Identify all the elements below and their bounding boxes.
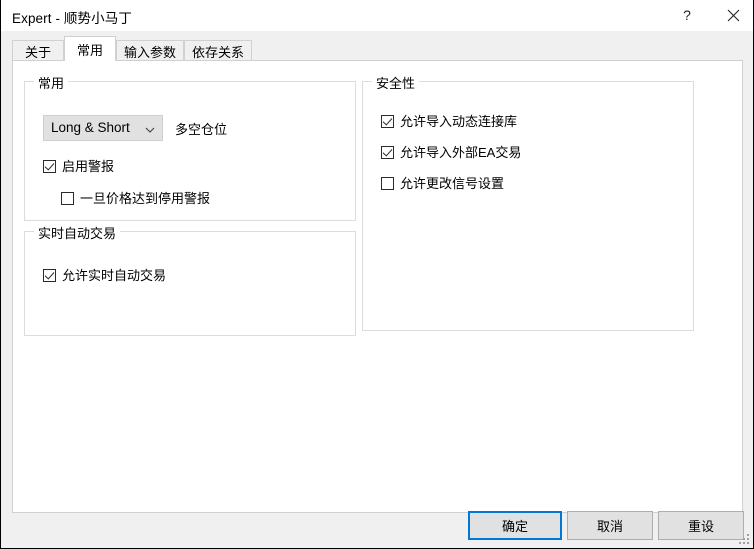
reset-button[interactable]: 重设 (658, 511, 744, 540)
window-title: Expert - 顺势小马丁 (12, 11, 132, 26)
checkbox-disable-alert-on-price[interactable]: 一旦价格达到停用警报 (61, 192, 210, 205)
expert-settings-dialog: Expert - 顺势小马丁 ? 关于 常用 输入参数 依存关系 常用 Long… (0, 0, 754, 549)
checkbox-checked-icon (43, 160, 56, 173)
checkbox-allow-external-ea-label: 允许导入外部EA交易 (400, 145, 522, 160)
checkbox-allow-live-trading-label: 允许实时自动交易 (62, 268, 167, 283)
group-common-label: 常用 (34, 73, 69, 92)
tab-about[interactable]: 关于 (12, 40, 64, 61)
position-mode-select[interactable]: Long & Short (43, 115, 163, 141)
help-glyph: ? (683, 7, 691, 23)
ok-button-label: 确定 (501, 519, 528, 534)
tab-dependencies[interactable]: 依存关系 (184, 40, 252, 61)
checkbox-allow-dll-imports-label: 允许导入动态连接库 (400, 114, 518, 129)
group-live-trading-label: 实时自动交易 (34, 223, 121, 242)
tab-about-label: 关于 (24, 44, 51, 60)
close-icon[interactable] (710, 0, 753, 30)
tab-inputs-label: 输入参数 (123, 44, 176, 60)
group-security: 安全性 允许导入动态连接库 允许导入外部EA交易 允许更改信号设置 (362, 73, 694, 331)
tab-panel-common: 常用 Long & Short 多空仓位 启用警报 一旦价格达到停用警报 实时自… (12, 60, 743, 513)
position-mode-label: 多空仓位 (175, 122, 228, 137)
group-common: 常用 Long & Short 多空仓位 启用警报 一旦价格达到停用警报 (24, 73, 356, 221)
checkbox-unchecked-icon (61, 192, 74, 205)
reset-button-label: 重设 (687, 519, 714, 534)
checkbox-checked-icon (381, 146, 394, 159)
cancel-button-label: 取消 (596, 519, 623, 534)
resize-grip[interactable] (738, 533, 750, 545)
checkbox-disable-alert-on-price-label: 一旦价格达到停用警报 (80, 191, 211, 206)
tab-common-label: 常用 (76, 42, 103, 58)
checkbox-allow-signal-settings[interactable]: 允许更改信号设置 (381, 177, 504, 190)
checkbox-allow-dll-imports[interactable]: 允许导入动态连接库 (381, 115, 517, 128)
checkbox-checked-icon (43, 269, 56, 282)
checkbox-unchecked-icon (381, 177, 394, 190)
title-bar: Expert - 顺势小马丁 ? (1, 0, 753, 32)
tab-dependencies-label: 依存关系 (191, 44, 244, 60)
checkbox-enable-alert[interactable]: 启用警报 (43, 160, 114, 173)
cancel-button[interactable]: 取消 (567, 511, 653, 540)
group-security-label: 安全性 (372, 73, 420, 92)
tab-inputs[interactable]: 输入参数 (116, 40, 184, 61)
checkbox-allow-signal-settings-label: 允许更改信号设置 (400, 176, 505, 191)
checkbox-enable-alert-label: 启用警报 (62, 159, 115, 174)
checkbox-checked-icon (381, 115, 394, 128)
tab-common[interactable]: 常用 (64, 36, 116, 61)
checkbox-allow-external-ea[interactable]: 允许导入外部EA交易 (381, 146, 521, 159)
position-mode-value: Long & Short (51, 120, 130, 135)
help-icon[interactable]: ? (664, 0, 710, 30)
ok-button[interactable]: 确定 (468, 511, 562, 540)
checkbox-allow-live-trading[interactable]: 允许实时自动交易 (43, 269, 166, 282)
chevron-down-icon (145, 124, 155, 134)
group-live-trading: 实时自动交易 允许实时自动交易 (24, 223, 356, 336)
tab-strip: 关于 常用 输入参数 依存关系 (1, 31, 753, 61)
